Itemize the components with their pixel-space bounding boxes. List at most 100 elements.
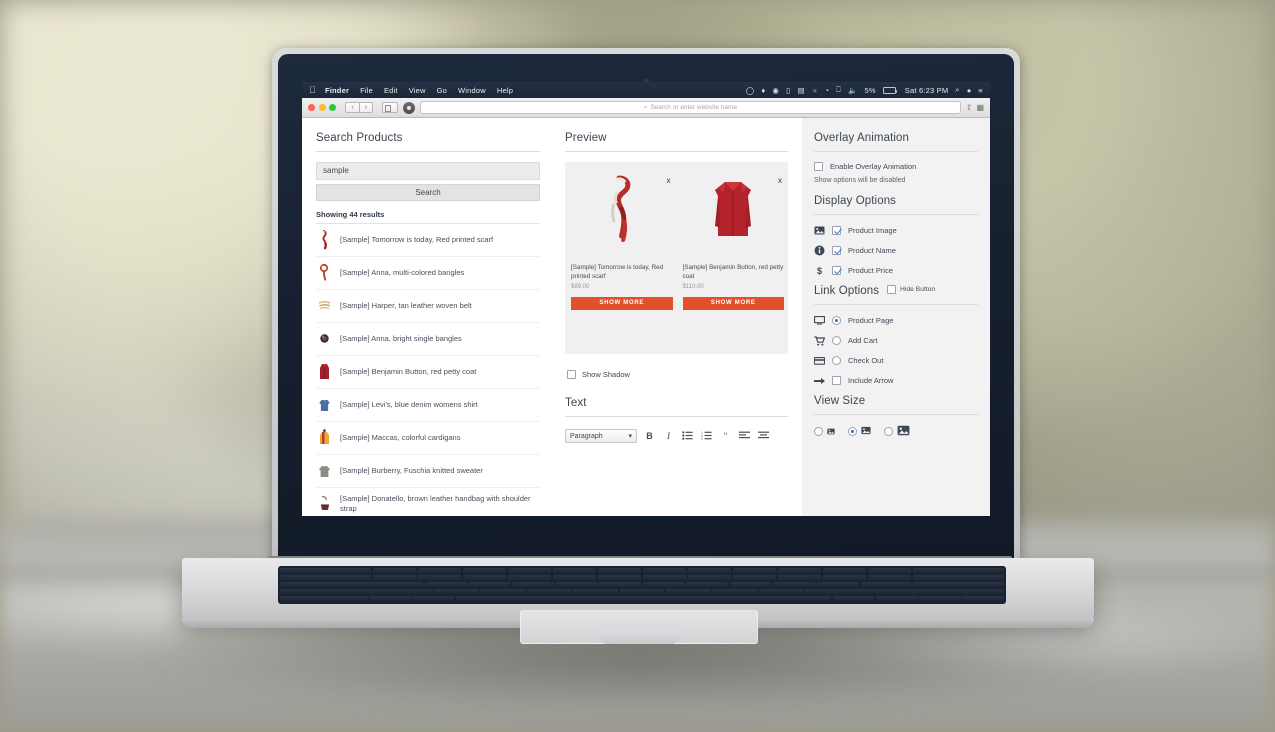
- product-results-list: [Sample] Tomorrow is today, Red printed …: [316, 223, 540, 516]
- view-size-small[interactable]: [814, 427, 835, 437]
- check-out-radio[interactable]: [832, 356, 841, 365]
- wifi-icon[interactable]: ◔: [825, 86, 830, 95]
- show-shadow-checkbox[interactable]: [567, 370, 576, 379]
- product-name-checkbox[interactable]: [832, 246, 841, 255]
- preview-panel: Preview x [Sample] Tomorrow is today, Re…: [552, 118, 802, 516]
- tabs-icon[interactable]: ▦: [976, 103, 984, 112]
- menu-item-edit[interactable]: Edit: [384, 86, 398, 95]
- credit-card-icon: [814, 355, 825, 366]
- product-image-checkbox[interactable]: [832, 226, 841, 235]
- link-option-include-arrow[interactable]: Include Arrow: [814, 375, 978, 386]
- enable-overlay-animation-checkbox[interactable]: [814, 162, 823, 171]
- cloud-icon[interactable]: ◉: [772, 86, 779, 95]
- link-option-product-page[interactable]: Product Page: [814, 315, 978, 326]
- notification-center-icon[interactable]: ≡: [978, 86, 983, 95]
- menu-item-view[interactable]: View: [409, 86, 426, 95]
- list-item[interactable]: [Sample] Benjamin Button, red petty coat: [316, 356, 540, 389]
- apple-icon[interactable]: : [309, 85, 316, 95]
- menu-item-help[interactable]: Help: [497, 86, 513, 95]
- search-icon: ⌕: [643, 103, 648, 111]
- product-price-checkbox[interactable]: [832, 266, 841, 275]
- list-item[interactable]: [Sample] Burberry, Fuschia knitted sweat…: [316, 455, 540, 488]
- link-option-check-out[interactable]: Check Out: [814, 355, 978, 366]
- view-size-large[interactable]: [884, 425, 910, 438]
- text-section: Text Paragraph ▾ B I 123 “: [565, 397, 788, 443]
- display-icon[interactable]: ▯: [786, 86, 790, 95]
- search-products-title: Search Products: [316, 132, 540, 152]
- volume-icon[interactable]: 🔈: [848, 86, 858, 95]
- forward-button[interactable]: ›: [359, 102, 373, 113]
- arrow-right-icon: [814, 375, 825, 386]
- siri-icon[interactable]: ●: [967, 86, 972, 95]
- sidebar-toggle-button[interactable]: [382, 102, 398, 113]
- link-option-add-cart[interactable]: Add Cart: [814, 335, 978, 346]
- battery-percent-label: 5%: [864, 85, 876, 95]
- product-price-label: Product Price: [848, 266, 894, 275]
- back-button[interactable]: ‹: [345, 102, 359, 113]
- view-size-medium-radio[interactable]: [848, 427, 857, 436]
- link-options-title: Link Options: [814, 285, 880, 297]
- show-more-button[interactable]: SHOW MORE: [571, 297, 673, 310]
- menu-item-finder[interactable]: Finder: [325, 86, 349, 95]
- zoom-window-button[interactable]: [329, 104, 336, 111]
- preview-product-title: [Sample] Tomorrow is today, Red printed …: [571, 264, 664, 280]
- list-item[interactable]: [Sample] Levi's, blue denim womens shirt: [316, 389, 540, 422]
- text-editor-toolbar: Paragraph ▾ B I 123 “: [565, 427, 788, 443]
- results-count-label: Showing 44 results: [316, 210, 385, 219]
- format-select[interactable]: Paragraph ▾: [565, 429, 637, 443]
- close-window-button[interactable]: [308, 104, 315, 111]
- preview-product-price: $110.00: [682, 284, 704, 290]
- view-size-large-radio[interactable]: [884, 427, 893, 436]
- show-shadow-row[interactable]: Show Shadow: [567, 370, 788, 379]
- show-more-button[interactable]: SHOW MORE: [682, 297, 784, 310]
- gear-icon[interactable]: [403, 101, 415, 114]
- search-button[interactable]: Search: [316, 184, 540, 201]
- menu-item-go[interactable]: Go: [437, 86, 447, 95]
- address-bar[interactable]: ⌕ Search or enter website name: [420, 101, 961, 114]
- list-item[interactable]: [Sample] Donatello, brown leather handba…: [316, 488, 540, 516]
- align-left-icon[interactable]: [738, 431, 751, 442]
- list-item[interactable]: [Sample] Tomorrow is today, Red printed …: [316, 224, 540, 257]
- add-cart-radio[interactable]: [832, 336, 841, 345]
- close-icon[interactable]: x: [667, 176, 671, 185]
- display-option-product-image[interactable]: Product Image: [814, 225, 978, 236]
- display-option-product-name[interactable]: Product Name: [814, 245, 978, 256]
- enable-overlay-animation-row[interactable]: Enable Overlay Animation: [814, 162, 978, 171]
- menu-item-window[interactable]: Window: [458, 86, 486, 95]
- hide-button-row[interactable]: Hide Button: [887, 285, 935, 294]
- airplay-icon[interactable]: ⎕: [836, 85, 841, 95]
- sweater-thumb: [318, 461, 331, 481]
- list-item[interactable]: [Sample] Anna, multi-colored bangles: [316, 257, 540, 290]
- numbered-list-icon[interactable]: 123: [700, 430, 713, 442]
- bullet-list-icon[interactable]: [681, 430, 694, 442]
- list-item[interactable]: [Sample] Harper, tan leather woven belt: [316, 290, 540, 323]
- bold-button[interactable]: B: [643, 431, 656, 441]
- product-page-radio[interactable]: [832, 316, 841, 325]
- view-size-medium[interactable]: [848, 426, 871, 437]
- menu-item-file[interactable]: File: [360, 86, 373, 95]
- bluetooth-icon[interactable]: ♃: [812, 86, 818, 95]
- keyboard[interactable]: [278, 566, 1006, 604]
- italic-button[interactable]: I: [662, 431, 675, 441]
- include-arrow-checkbox[interactable]: [832, 376, 841, 385]
- close-icon[interactable]: x: [778, 176, 782, 185]
- align-center-icon[interactable]: [757, 431, 770, 442]
- dropbox-icon[interactable]: ♦: [761, 86, 765, 95]
- search-icon[interactable]: ⌕: [955, 85, 959, 95]
- minimize-window-button[interactable]: [318, 104, 326, 111]
- battery-icon[interactable]: [882, 86, 898, 94]
- bangles-thumb: [318, 263, 331, 283]
- view-size-small-radio[interactable]: [814, 427, 823, 436]
- keyboard-icon[interactable]: ▤: [797, 86, 804, 95]
- keyboard-row: [280, 575, 1004, 581]
- display-option-product-price[interactable]: $ Product Price: [814, 265, 978, 276]
- list-item[interactable]: [Sample] Anna, bright single bangles: [316, 323, 540, 356]
- list-item[interactable]: [Sample] Maccas, colorful cardigans: [316, 422, 540, 455]
- product-image-label: Product Image: [848, 226, 897, 235]
- search-input[interactable]: sample: [316, 162, 540, 180]
- share-icon[interactable]: ⇧: [966, 103, 973, 112]
- blockquote-button[interactable]: “: [719, 431, 732, 441]
- hide-button-checkbox[interactable]: [887, 285, 897, 294]
- menu-bar-clock[interactable]: Sat 6:23 PM: [905, 86, 948, 95]
- timemachine-icon[interactable]: ◯: [746, 86, 755, 95]
